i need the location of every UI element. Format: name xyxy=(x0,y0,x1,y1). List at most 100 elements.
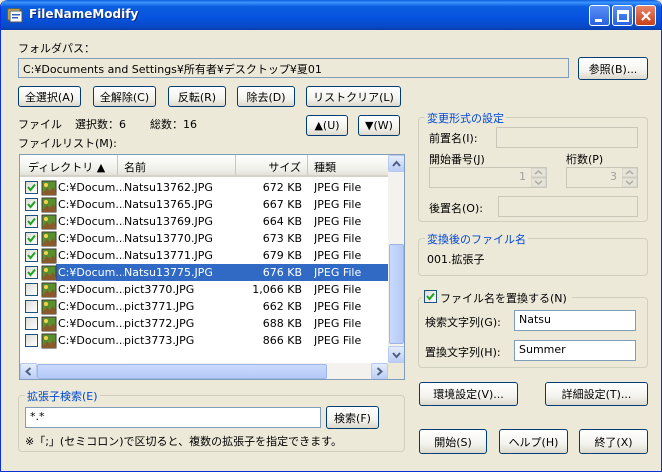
cell-type: JPEG File xyxy=(314,232,362,245)
browse-button[interactable]: 参照(B)... xyxy=(578,57,648,80)
remove-button[interactable]: 除去(D) xyxy=(237,86,295,107)
cell-size: 679 KB xyxy=(262,249,302,262)
table-row[interactable]: C:¥Docum... pict3772.JPG 688 KB JPEG File xyxy=(20,315,388,332)
cell-type: JPEG File xyxy=(314,317,362,330)
checkmark-icon xyxy=(27,217,36,226)
replace-checkbox-row[interactable]: ファイル名を置換する(N) xyxy=(422,290,572,305)
row-checkbox[interactable] xyxy=(25,334,38,347)
folder-path-field[interactable]: C:¥Documents and Settings¥所有者¥デスクトップ¥夏01 xyxy=(18,58,569,78)
replace-checkbox[interactable] xyxy=(424,290,437,303)
horizontal-scroll-thumb[interactable] xyxy=(37,364,327,379)
checkmark-icon xyxy=(27,200,36,209)
table-row[interactable]: C:¥Docum... pict3770.JPG 1,066 KB JPEG File xyxy=(20,281,388,298)
scroll-up-button[interactable] xyxy=(388,155,404,172)
start-number-label: 開始番号(J) xyxy=(429,153,485,166)
spinner-arrows-icon xyxy=(530,167,547,188)
table-row[interactable]: C:¥Docum... pict3773.JPG 866 KB JPEG File xyxy=(20,332,388,349)
close-button[interactable] xyxy=(635,5,656,26)
folder-path-label: フォルダパス： xyxy=(18,42,95,55)
cell-name: Natsu13762.JPG xyxy=(124,181,213,194)
cell-type: JPEG File xyxy=(314,181,362,194)
table-row[interactable]: C:¥Docum... Natsu13770.JPG 673 KB JPEG File xyxy=(20,230,388,247)
move-down-button[interactable]: ▼(W) xyxy=(358,115,400,136)
replace-string-input[interactable]: Summer xyxy=(514,340,636,361)
row-checkbox[interactable] xyxy=(25,198,38,211)
ext-search-input[interactable]: *.* xyxy=(25,407,321,428)
ext-search-hint: ※「;」(セミコロン)で区切ると、複数の拡張子を指定できます。 xyxy=(25,435,342,448)
vertical-scrollbar[interactable] xyxy=(388,155,404,363)
table-row[interactable]: C:¥Docum... Natsu13762.JPG 672 KB JPEG File xyxy=(20,179,388,196)
clear-list-button[interactable]: リストクリア(L) xyxy=(306,86,401,107)
cell-name: Natsu13775.JPG xyxy=(124,266,213,279)
vertical-scroll-thumb[interactable] xyxy=(389,244,404,344)
row-checkbox[interactable] xyxy=(25,283,38,296)
cell-name: pict3772.JPG xyxy=(124,317,195,330)
suffix-input[interactable] xyxy=(498,196,638,217)
row-checkbox[interactable] xyxy=(25,266,38,279)
cell-size: 673 KB xyxy=(262,232,302,245)
cell-directory: C:¥Docum... xyxy=(58,232,124,245)
cell-size: 1,066 KB xyxy=(252,283,302,296)
table-row[interactable]: C:¥Docum... pict3771.JPG 662 KB JPEG File xyxy=(20,298,388,315)
cell-type: JPEG File xyxy=(314,249,362,262)
start-button[interactable]: 開始(S) xyxy=(419,429,487,454)
row-checkbox[interactable] xyxy=(25,249,38,262)
replace-checkbox-label: ファイル名を置換する(N) xyxy=(440,292,567,305)
scroll-down-button[interactable] xyxy=(388,346,404,363)
row-checkbox[interactable] xyxy=(25,215,38,228)
cell-type: JPEG File xyxy=(314,283,362,296)
minimize-button[interactable] xyxy=(589,5,610,26)
column-name[interactable]: 名前 xyxy=(118,155,236,175)
row-checkbox[interactable] xyxy=(25,232,38,245)
cell-name: pict3770.JPG xyxy=(124,283,195,296)
table-row[interactable]: C:¥Docum... Natsu13765.JPG 667 KB JPEG File xyxy=(20,196,388,213)
column-directory[interactable]: ディレクトリ ▲ xyxy=(20,155,118,175)
image-file-icon xyxy=(41,282,57,298)
list-header: ディレクトリ ▲ 名前 サイズ 種類 xyxy=(20,155,388,177)
start-number-input[interactable]: 1 xyxy=(429,167,547,188)
env-settings-button[interactable]: 環境設定(V)... xyxy=(419,382,518,406)
table-row[interactable]: C:¥Docum... Natsu13769.JPG 664 KB JPEG File xyxy=(20,213,388,230)
cell-directory: C:¥Docum... xyxy=(58,334,124,347)
result-title: 変換後のファイル名 xyxy=(425,231,528,247)
file-label: ファイル xyxy=(18,118,62,131)
row-checkbox[interactable] xyxy=(25,300,38,313)
image-file-icon xyxy=(41,299,57,315)
deselect-all-button[interactable]: 全解除(C) xyxy=(93,86,156,107)
prefix-input[interactable] xyxy=(496,127,638,148)
minimize-icon xyxy=(595,19,602,22)
app-icon xyxy=(7,8,23,23)
scroll-right-button[interactable] xyxy=(371,363,388,379)
help-button[interactable]: ヘルプ(H) xyxy=(499,429,568,454)
maximize-icon xyxy=(617,10,629,22)
close-icon xyxy=(641,11,651,21)
table-row[interactable]: C:¥Docum... Natsu13775.JPG 676 KB JPEG File xyxy=(20,264,388,281)
start-number-spinner[interactable] xyxy=(530,167,547,188)
digits-spinner[interactable] xyxy=(621,167,638,188)
exit-button[interactable]: 終了(X) xyxy=(579,429,648,454)
file-list[interactable]: ディレクトリ ▲ 名前 サイズ 種類 C:¥Docum... Natsu13762… xyxy=(19,154,405,380)
column-size[interactable]: サイズ xyxy=(236,155,308,175)
scroll-left-button[interactable] xyxy=(20,363,37,379)
horizontal-scrollbar[interactable] xyxy=(20,363,388,379)
maximize-button[interactable] xyxy=(612,5,633,26)
ext-search-button[interactable]: 検索(F) xyxy=(326,406,379,429)
cell-directory: C:¥Docum... xyxy=(58,266,124,279)
row-checkbox[interactable] xyxy=(25,181,38,194)
detail-settings-button[interactable]: 詳細設定(T)... xyxy=(545,382,648,406)
invert-button[interactable]: 反転(R) xyxy=(168,86,226,107)
scroll-up-icon xyxy=(392,160,401,167)
cell-directory: C:¥Docum... xyxy=(58,300,124,313)
checkmark-icon xyxy=(426,292,435,301)
row-checkbox[interactable] xyxy=(25,317,38,330)
table-row[interactable]: C:¥Docum... Natsu13771.JPG 679 KB JPEG File xyxy=(20,247,388,264)
checkmark-icon xyxy=(27,183,36,192)
column-type[interactable]: 種類 xyxy=(308,155,388,175)
select-all-button[interactable]: 全選択(A) xyxy=(18,86,81,107)
move-up-button[interactable]: ▲(U) xyxy=(306,115,348,136)
title-bar[interactable]: FileNameModify xyxy=(1,0,661,30)
checkmark-icon xyxy=(27,251,36,260)
prefix-label: 前置名(I): xyxy=(429,132,478,145)
search-string-input[interactable]: Natsu xyxy=(514,310,636,331)
scroll-left-icon xyxy=(24,367,32,376)
